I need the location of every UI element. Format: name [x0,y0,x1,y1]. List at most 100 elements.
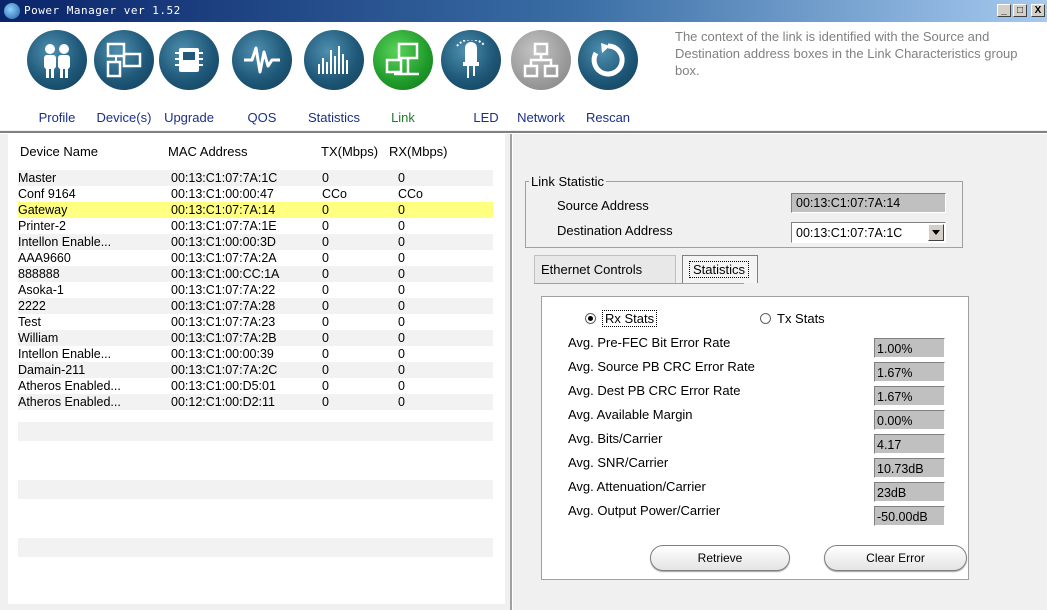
tx-cell: 0 [322,347,329,361]
rx-stats-label: Rx Stats [602,310,658,327]
rx-cell: 0 [398,251,405,265]
device-row[interactable]: Test 00:13:C1:07:7A:23 0 0 [18,314,493,330]
tx-cell: 0 [322,299,329,313]
statistics-tool-button[interactable]: Statistics [301,30,367,128]
tx-cell: 0 [322,235,329,249]
network-icon [511,30,571,90]
title-bar[interactable]: Power Manager ver 1.52 _ □ X [0,0,1047,22]
radio-unselected-icon [760,313,771,324]
mac-address-cell: 00:13:C1:00:CC:1A [171,267,280,281]
device-row[interactable]: 888888 00:13:C1:00:CC:1A 0 0 [18,266,493,282]
network-tool-button: Network [508,30,574,128]
empty-row [18,451,493,470]
destination-address-select[interactable]: 00:13:C1:07:7A:1C [791,222,946,243]
empty-row [18,480,493,499]
rescan-tool-button[interactable]: Rescan [575,30,641,128]
link-tool-button[interactable]: Link [370,30,436,128]
device-name-cell: 888888 [18,267,60,281]
column-mac-address[interactable]: MAC Address [168,144,247,159]
profile-tool-button[interactable]: Profile [24,30,90,128]
mac-address-cell: 00:13:C1:07:7A:2C [171,363,278,377]
mac-address-cell: 00:13:C1:07:7A:1C [171,171,278,185]
tx-stats-radio[interactable]: Tx Stats [760,311,825,326]
link-label: Link [391,110,415,125]
tab-statistics[interactable]: Statistics [682,255,758,283]
device-row[interactable]: Atheros Enabled... 00:13:C1:00:D5:01 0 0 [18,378,493,394]
column-rx[interactable]: RX(Mbps) [389,144,448,159]
device-name-cell: Atheros Enabled... [18,379,121,393]
device-row[interactable]: AAA9660 00:13:C1:07:7A:2A 0 0 [18,250,493,266]
pane-divider[interactable] [510,134,513,610]
retrieve-button[interactable]: Retrieve [650,545,790,571]
mac-address-cell: 00:13:C1:07:7A:28 [171,299,276,313]
column-tx[interactable]: TX(Mbps) [321,144,378,159]
maximize-button[interactable]: □ [1013,4,1027,17]
stat-value: 10.73dB [874,458,945,478]
mac-address-cell: 00:13:C1:07:7A:22 [171,283,276,297]
tx-cell: 0 [322,203,329,217]
device-row[interactable]: Intellon Enable... 00:13:C1:00:00:39 0 0 [18,346,493,362]
device-row[interactable]: Printer-2 00:13:C1:07:7A:1E 0 0 [18,218,493,234]
rx-cell: CCo [398,187,424,201]
clear-error-button[interactable]: Clear Error [824,545,967,571]
device-row[interactable]: Damain-211 00:13:C1:07:7A:2C 0 0 [18,362,493,378]
people-icon [27,30,87,90]
toolbar: Profile Device(s) Upgrade QOS Statistics [0,22,1047,130]
stat-value: 1.67% [874,386,945,406]
empty-row [18,509,493,528]
source-address-field: 00:13:C1:07:7A:14 [791,193,946,213]
qos-tool-button[interactable]: QOS [229,30,295,128]
stat-value: 1.67% [874,362,945,382]
device-row[interactable]: 2222 00:13:C1:07:7A:28 0 0 [18,298,493,314]
led-bulb-icon [441,30,501,90]
devices-tool-button[interactable]: Device(s) [91,30,157,128]
device-row[interactable]: Atheros Enabled... 00:12:C1:00:D2:11 0 0 [18,394,493,410]
mac-address-cell: 00:13:C1:07:7A:23 [171,315,276,329]
mac-address-cell: 00:13:C1:07:7A:2B [171,331,277,345]
network-label: Network [517,110,565,125]
tab-ethernet-controls[interactable]: Ethernet Controls [534,255,676,283]
profile-label: Profile [38,110,76,125]
mac-address-cell: 00:13:C1:07:7A:14 [171,203,276,217]
device-name-cell: Gateway [18,203,68,217]
link-network-icon [373,30,433,90]
app-window: Power Manager ver 1.52 _ □ X Profile Dev… [0,0,1047,610]
dropdown-arrow-icon[interactable] [928,224,944,241]
device-list-rows: Master 00:13:C1:07:7A:1C 0 0 Conf 9164 00:13:… [18,170,493,596]
tx-cell: 0 [322,379,329,393]
device-row[interactable]: William 00:13:C1:07:7A:2B 0 0 [18,330,493,346]
upgrade-chip-icon [159,30,219,90]
close-button[interactable]: X [1031,4,1045,17]
tx-cell: 0 [322,267,329,281]
stat-label: Avg. Dest PB CRC Error Rate [568,383,741,398]
rescan-icon [578,30,638,90]
app-logo-icon [4,3,20,19]
device-row[interactable]: Conf 9164 00:13:C1:00:00:47 CCo CCo [18,186,493,202]
rx-cell: 0 [398,283,405,297]
mac-address-cell: 00:12:C1:00:D2:11 [171,395,276,409]
upgrade-tool-button[interactable]: Upgrade [156,30,222,128]
tab-strip-line [534,283,744,284]
tx-stats-label: Tx Stats [777,311,825,326]
minimize-button[interactable]: _ [997,4,1011,17]
rx-cell: 0 [398,235,405,249]
device-row[interactable]: Asoka-1 00:13:C1:07:7A:22 0 0 [18,282,493,298]
mac-address-cell: 00:13:C1:07:7A:2A [171,251,277,265]
stat-value: -50.00dB [874,506,945,526]
mac-address-cell: 00:13:C1:00:00:39 [171,347,274,361]
waveform-icon [232,30,292,90]
device-row[interactable]: Gateway 00:13:C1:07:7A:14 0 0 [18,202,493,218]
tx-cell: 0 [322,251,329,265]
rx-cell: 0 [398,331,405,345]
column-device-name[interactable]: Device Name [20,144,98,159]
rx-cell: 0 [398,219,405,233]
device-row[interactable]: Intellon Enable... 00:13:C1:00:00:3D 0 0 [18,234,493,250]
upgrade-label: Upgrade [164,110,214,125]
device-row[interactable]: Master 00:13:C1:07:7A:1C 0 0 [18,170,493,186]
led-tool-button[interactable]: LED [438,30,504,128]
device-name-cell: Intellon Enable... [18,347,112,361]
rx-stats-radio[interactable]: Rx Stats [585,310,658,327]
computers-icon [94,30,154,90]
rx-cell: 0 [398,347,405,361]
